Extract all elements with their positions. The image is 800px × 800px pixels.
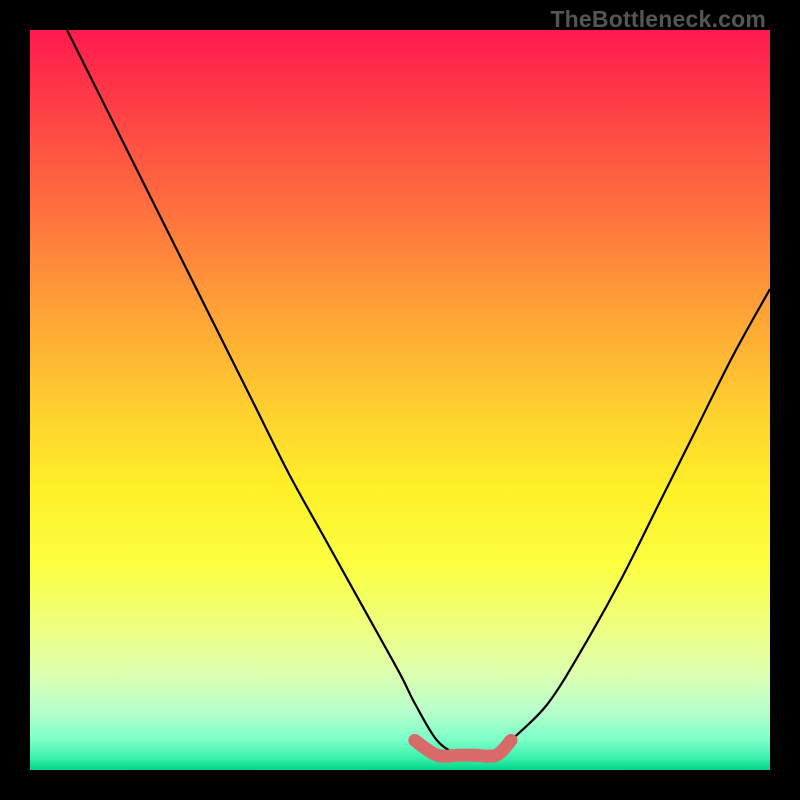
plateau-marker-path (415, 740, 511, 756)
attribution-text: TheBottleneck.com (550, 6, 766, 33)
chart-svg (30, 30, 770, 770)
bottleneck-curve-path (67, 30, 770, 756)
chart-plot-area (30, 30, 770, 770)
